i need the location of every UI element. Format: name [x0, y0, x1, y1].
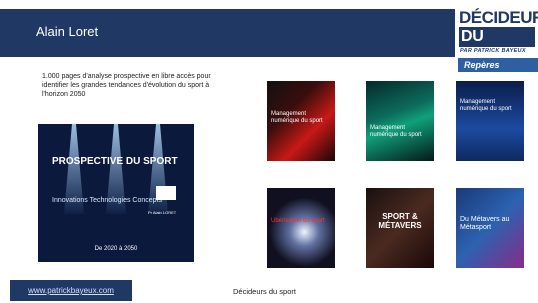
logo-line4: Repères [458, 58, 538, 72]
book-cover-title: Management numérique du sport [370, 125, 422, 138]
book-cover[interactable]: Management numérique du sport [267, 81, 335, 161]
book-cover-title: Ubérisation du sport [271, 218, 325, 224]
website-link[interactable]: www.patrickbayeux.com [10, 280, 132, 301]
book-cover-title: Du Métavers au Métasport [460, 216, 510, 231]
footer-text: Décideurs du sport [233, 287, 296, 296]
main-cover-dates: De 2020 à 2050 [94, 246, 138, 252]
logo-line1: DÉCIDEURS [459, 8, 538, 27]
book-cover[interactable]: Ubérisation du sport [267, 188, 335, 268]
header-bar: Alain Loret [0, 9, 455, 57]
book-cover[interactable]: SPORT & MÉTAVERS [366, 188, 434, 268]
book-cover-title: SPORT & MÉTAVERS [378, 212, 422, 230]
main-cover-title: PROSPECTIVE DU SPORT [52, 156, 178, 167]
intro-text: 1.000 pages d'analyse prospective en lib… [42, 73, 211, 98]
book-cover[interactable]: Du Métavers au Métasport [456, 188, 524, 268]
main-cover-subtitle: Innovations Technologies Concepts [52, 197, 163, 204]
book-cover-title: Management numérique du sport [271, 111, 323, 124]
author-name: Alain Loret [36, 24, 99, 39]
book-cover[interactable]: Management numérique du sport [366, 81, 434, 161]
logo-line3: PAR PATRICK BAYEUX [460, 48, 526, 54]
main-book-cover[interactable]: PROSPECTIVE DU SPORT Innovations Technol… [38, 124, 194, 262]
main-cover-author: Pr Alain LORET [148, 210, 177, 215]
flag-icon [156, 186, 176, 200]
book-cover-title: Management numérique du sport [460, 99, 512, 112]
logo-line2: DU SPORT [459, 27, 535, 65]
book-cover[interactable]: Management numérique du sport [456, 81, 524, 161]
decideurs-logo: DÉCIDEURS DU SPORT PAR PATRICK BAYEUX Re… [456, 8, 538, 74]
